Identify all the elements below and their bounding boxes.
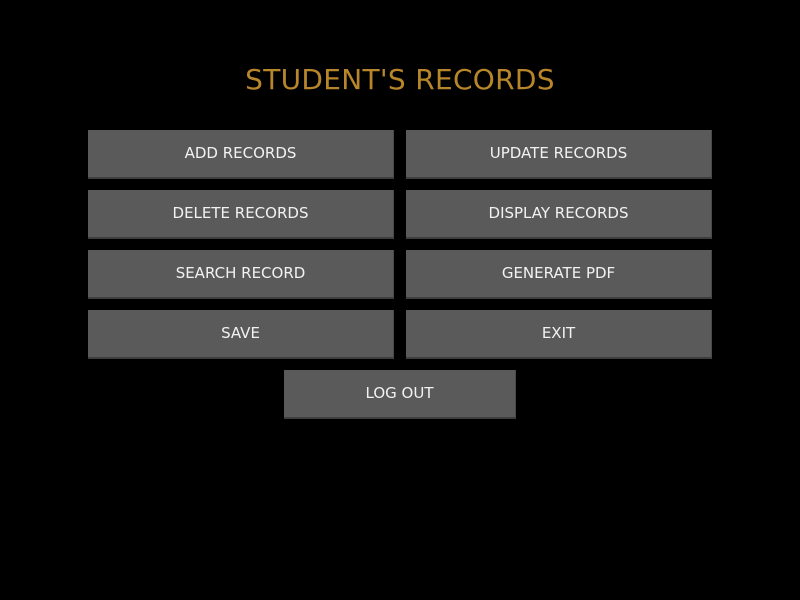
- log-out-button[interactable]: LOG OUT: [284, 370, 516, 419]
- display-records-button[interactable]: DISPLAY RECORDS: [406, 190, 712, 239]
- add-records-button[interactable]: ADD RECORDS: [88, 130, 394, 179]
- save-button[interactable]: SAVE: [88, 310, 394, 359]
- generate-pdf-button[interactable]: GENERATE PDF: [406, 250, 712, 299]
- exit-button[interactable]: EXIT: [406, 310, 712, 359]
- update-records-button[interactable]: UPDATE RECORDS: [406, 130, 712, 179]
- page-title: STUDENT'S RECORDS: [245, 63, 555, 96]
- search-record-button[interactable]: SEARCH RECORD: [88, 250, 394, 299]
- delete-records-button[interactable]: DELETE RECORDS: [88, 190, 394, 239]
- main-menu-screen: STUDENT'S RECORDS ADD RECORDS UPDATE REC…: [0, 0, 800, 600]
